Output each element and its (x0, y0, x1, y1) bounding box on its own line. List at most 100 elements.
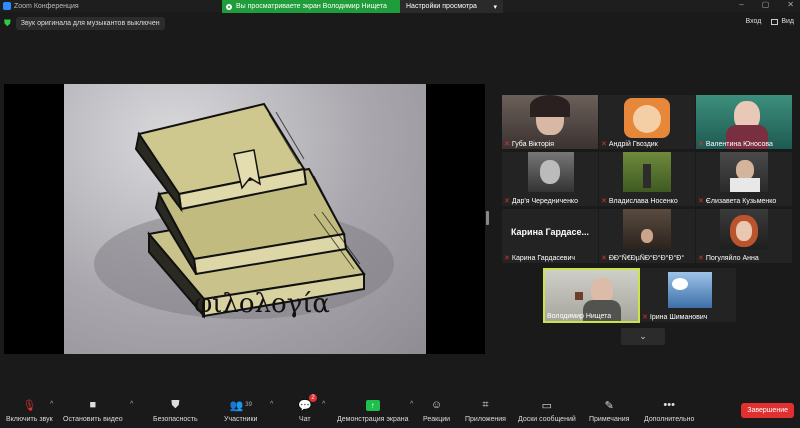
participant-placeholder-name: Карина Гардасе... (510, 227, 590, 237)
unmute-label: Включить звук (6, 416, 53, 423)
share-screen-button[interactable]: ↑ Демонстрация экрана (337, 398, 409, 423)
end-meeting-button[interactable]: Завершение (741, 403, 794, 418)
chat-options-caret[interactable]: ^ (322, 401, 325, 408)
more-label: Дополнительно (644, 416, 695, 423)
reactions-label: Реакции (423, 416, 451, 423)
share-options-caret[interactable]: ^ (410, 401, 413, 408)
participant-tile[interactable]: ✕ Погуляйло Анна (696, 209, 792, 263)
slide-title: φιλολογία (194, 289, 330, 319)
camera-icon: ■ (89, 399, 97, 411)
chat-label: Чат (299, 416, 311, 423)
whiteboard-button[interactable]: ▭ Доски сообщений (518, 398, 576, 424)
participant-tile[interactable]: Карина Гардасе... ✕ Карина Гардасевич (502, 209, 598, 263)
participant-name: ✕ Андрій Гвоздик (601, 140, 658, 149)
mic-off-icon: ✕ (642, 314, 648, 321)
slide: φιλολογία (64, 84, 426, 354)
stop-video-button[interactable]: ■ Остановить видео (63, 398, 123, 423)
mic-off-icon: ✕ (504, 198, 510, 205)
view-button[interactable]: Вид (771, 18, 794, 25)
grid-icon (771, 18, 779, 25)
whiteboard-icon: ▭ (541, 399, 553, 412)
top-right-controls: Вход Вид (745, 18, 794, 25)
gallery-next-page-button[interactable]: ⌄ (621, 328, 665, 345)
participant-tile[interactable]: ✕ ÐÐ°Ñ€ÐµÑÐ°Ð°Ð°Ð°Ð° (599, 209, 695, 263)
resize-handle[interactable] (486, 211, 489, 225)
apps-button[interactable]: ⌗ Приложения (465, 398, 506, 424)
exit-label: Вход (745, 18, 762, 25)
participant-tile[interactable]: ✕ Валентина Юносова (696, 95, 792, 149)
share-screen-label: Демонстрация экрана (337, 416, 409, 423)
active-speaker-tile[interactable]: Володимир Нищета (543, 268, 640, 323)
participant-tile[interactable]: ✕ Владислава Носенко (599, 152, 695, 206)
mic-off-icon: ✕ (601, 198, 607, 205)
close-button[interactable]: ✕ (787, 0, 794, 9)
exit-fullscreen-button[interactable]: Вход (745, 18, 761, 25)
participants-button[interactable]: 👥 39 Участники (224, 398, 258, 424)
participant-tile[interactable]: ✕ Андрій Гвоздик (599, 95, 695, 149)
participant-name: ✕ Погуляйло Анна (698, 254, 759, 263)
share-status-icon (226, 3, 232, 10)
participants-options-caret[interactable]: ^ (270, 401, 273, 408)
maximize-button[interactable]: ▢ (762, 0, 770, 9)
participant-name: ✕ Владислава Носенко (601, 197, 678, 206)
books-illustration: φιλολογία (94, 102, 394, 319)
more-icon: ••• (663, 399, 675, 411)
participant-tile[interactable]: ✕ Губа Вікторія (502, 95, 598, 149)
participant-name: ✕ Губа Вікторія (504, 140, 555, 149)
minimize-button[interactable]: – (739, 0, 743, 9)
participants-label: Участники (224, 416, 258, 423)
screen-share-banner: Вы просматриваете экран Володимир Нищета (222, 0, 400, 13)
shared-screen: φιλολογία (4, 84, 485, 354)
apps-icon: ⌗ (482, 398, 489, 411)
notes-icon: ✎ (604, 399, 614, 412)
chat-badge: 2 (309, 394, 317, 402)
share-banner-text: Вы просматриваете экран Володимир Нищета (236, 3, 387, 10)
mic-off-icon: ✕ (698, 198, 704, 205)
mic-off-icon: ✕ (504, 141, 510, 148)
participants-icon: 👥 39 (229, 399, 252, 412)
video-options-caret[interactable]: ^ (130, 401, 133, 408)
chevron-down-icon: ⌄ (639, 331, 647, 341)
more-button[interactable]: ••• Дополнительно (644, 398, 694, 423)
mic-off-icon: ✕ (601, 255, 607, 262)
participant-name: Володимир Нищета (547, 313, 612, 320)
mic-muted-icon: 🎙︎ (22, 399, 37, 412)
participant-name: ✕ Єлизавета Кузьменко (698, 197, 777, 206)
participant-tile[interactable]: ✕ Єлизавета Кузьменко (696, 152, 792, 206)
chat-icon: 💬 2 (298, 394, 317, 412)
participant-name: ✕ ÐÐ°Ñ€ÐµÑÐ°Ð°Ð°Ð°Ð° (601, 254, 685, 263)
window-controls: – ▢ ✕ (739, 0, 794, 9)
mic-off-icon: ✕ (601, 141, 607, 148)
reactions-button[interactable]: ☺ Реакции (423, 398, 450, 423)
apps-label: Приложения (465, 416, 506, 423)
mic-off-icon: ✕ (698, 141, 704, 148)
reactions-icon: ☺ (430, 399, 443, 411)
zoom-logo-icon (3, 2, 11, 10)
participant-name: ✕ Ірина Шиманович (642, 313, 708, 322)
view-label: Вид (781, 18, 794, 25)
chevron-down-icon: ▾ (493, 3, 497, 11)
security-label: Безопасность (153, 416, 198, 423)
participant-tile[interactable]: ✕ Дар'я Чередниченко (502, 152, 598, 206)
shield-icon[interactable]: ⛊ (4, 18, 11, 29)
participant-name: ✕ Дар'я Чередниченко (504, 197, 578, 206)
security-button[interactable]: ⛊ Безопасность (153, 398, 198, 424)
meeting-toolbar: 🎙︎ Включить звук ^ ■ Остановить видео ^ … (0, 392, 800, 428)
participants-count: 39 (245, 402, 252, 408)
participant-tile[interactable]: ✕ Ірина Шиманович (640, 268, 736, 322)
shield-icon: ⛊ (171, 398, 180, 411)
music-notice: ⛊ Звук оригинала для музыкантов выключен (4, 15, 165, 31)
share-screen-icon: ↑ (365, 398, 380, 412)
view-options-button[interactable]: Настройки просмотра ▾ (400, 0, 503, 13)
mic-off-icon: ✕ (504, 255, 510, 262)
chat-button[interactable]: 💬 2 Чат (298, 394, 317, 423)
app-title: Zoom Конференция (3, 2, 79, 10)
notes-button[interactable]: ✎ Примечания (589, 398, 630, 424)
music-notice-text: Звук оригинала для музыкантов выключен (15, 16, 165, 30)
stop-video-label: Остановить видео (63, 416, 123, 423)
audio-options-caret[interactable]: ^ (50, 401, 53, 408)
notes-label: Примечания (589, 416, 630, 423)
participant-name: ✕ Карина Гардасевич (504, 254, 576, 263)
view-options-label: Настройки просмотра (406, 3, 477, 10)
unmute-button[interactable]: 🎙︎ Включить звук (6, 398, 53, 424)
